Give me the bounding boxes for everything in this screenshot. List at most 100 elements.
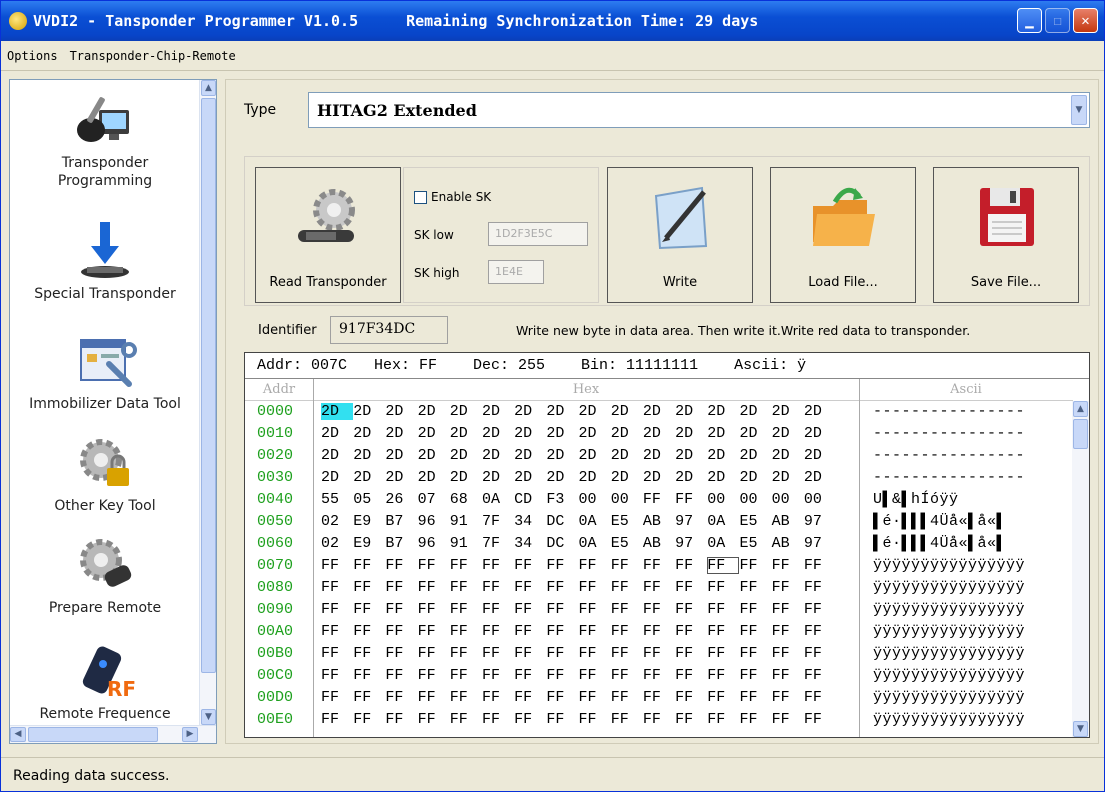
hex-byte[interactable]: 0A (707, 535, 739, 552)
hex-byte[interactable]: FF (546, 645, 578, 662)
hex-byte[interactable]: FF (643, 491, 675, 508)
hex-byte[interactable]: FF (772, 667, 804, 684)
hex-byte[interactable]: 2D (579, 425, 611, 442)
sidebar-item-immobilizer-data-tool[interactable]: Immobilizer Data Tool (10, 330, 200, 412)
sidebar-horizontal-scrollbar[interactable]: ◀ ▶ (10, 725, 216, 743)
hex-byte[interactable]: FF (579, 601, 611, 618)
hex-byte[interactable]: 2D (546, 403, 578, 420)
hex-byte[interactable]: 97 (804, 535, 836, 552)
hex-byte[interactable]: 2D (353, 403, 385, 420)
hex-byte[interactable]: FF (804, 601, 836, 618)
hex-byte[interactable]: 00 (739, 491, 771, 508)
hex-byte[interactable]: 2D (804, 447, 836, 464)
hex-byte[interactable]: 2D (546, 425, 578, 442)
menu-options[interactable]: Options (7, 49, 58, 63)
hex-byte[interactable]: FF (772, 711, 804, 728)
hex-byte[interactable]: FF (643, 667, 675, 684)
hex-byte[interactable]: FF (611, 623, 643, 640)
hex-byte[interactable]: FF (385, 667, 417, 684)
hex-byte[interactable]: 2D (675, 425, 707, 442)
row-ascii[interactable]: ---------------- (873, 469, 1025, 486)
hex-byte[interactable]: 2D (450, 403, 482, 420)
hex-byte[interactable]: FF (643, 711, 675, 728)
hex-byte[interactable]: FF (321, 711, 353, 728)
hex-byte[interactable]: FF (546, 667, 578, 684)
hex-byte[interactable]: 2D (707, 469, 739, 486)
hex-byte[interactable]: FF (418, 667, 450, 684)
hex-byte[interactable]: CD (514, 491, 546, 508)
hex-byte[interactable]: FF (321, 689, 353, 706)
hex-byte[interactable]: E5 (611, 535, 643, 552)
hex-byte[interactable]: FF (450, 579, 482, 596)
row-ascii[interactable]: ÿÿÿÿÿÿÿÿÿÿÿÿÿÿÿÿ (873, 667, 1025, 684)
hex-byte[interactable]: FF (675, 711, 707, 728)
hex-byte[interactable]: 00 (579, 491, 611, 508)
hex-byte[interactable]: FF (353, 689, 385, 706)
hex-byte[interactable]: FF (546, 557, 578, 574)
hex-byte[interactable]: FF (675, 667, 707, 684)
hex-byte[interactable]: FF (707, 711, 739, 728)
hex-byte[interactable]: FF (321, 557, 353, 574)
hex-byte[interactable]: 34 (514, 535, 546, 552)
hex-byte[interactable]: FF (514, 645, 546, 662)
hex-byte[interactable]: FF (450, 623, 482, 640)
hex-byte[interactable]: 26 (385, 491, 417, 508)
hex-byte[interactable]: FF (514, 579, 546, 596)
scroll-thumb[interactable] (201, 98, 216, 673)
hex-byte[interactable]: 2D (772, 425, 804, 442)
hex-byte[interactable]: 2D (514, 469, 546, 486)
hex-byte[interactable]: FF (675, 689, 707, 706)
hex-byte[interactable]: FF (643, 557, 675, 574)
hex-byte[interactable]: B7 (385, 513, 417, 530)
hex-byte[interactable]: 2D (385, 469, 417, 486)
maximize-button[interactable]: ☐ (1045, 8, 1070, 33)
hex-byte[interactable]: 91 (450, 513, 482, 530)
hex-byte[interactable]: 2D (385, 447, 417, 464)
hex-byte[interactable]: 55 (321, 491, 353, 508)
hex-byte[interactable]: FF (611, 711, 643, 728)
title-bar[interactable]: VVDI2 - Tansponder Programmer V1.0.5 Rem… (1, 1, 1104, 41)
enable-sk-checkbox[interactable]: Enable SK (414, 190, 491, 204)
hex-byte[interactable]: FF (450, 711, 482, 728)
hex-byte[interactable]: FF (514, 689, 546, 706)
hex-byte[interactable]: FF (385, 711, 417, 728)
hex-byte[interactable]: FF (418, 645, 450, 662)
hex-byte[interactable]: FF (707, 557, 740, 574)
hex-byte[interactable]: 07 (418, 491, 450, 508)
hex-byte[interactable]: FF (514, 667, 546, 684)
hex-byte[interactable]: FF (579, 711, 611, 728)
hex-byte[interactable]: FF (418, 601, 450, 618)
hex-byte[interactable]: 2D (772, 469, 804, 486)
hex-byte[interactable]: 2D (579, 447, 611, 464)
hex-byte[interactable]: 2D (739, 447, 771, 464)
scroll-thumb[interactable] (28, 727, 158, 742)
hex-byte[interactable]: AB (643, 535, 675, 552)
load-file-button[interactable]: Load File... (770, 167, 916, 303)
hex-byte[interactable]: FF (514, 711, 546, 728)
hex-byte[interactable]: FF (321, 667, 353, 684)
hex-byte[interactable]: FF (321, 623, 353, 640)
hex-byte[interactable]: FF (514, 601, 546, 618)
hex-byte[interactable]: FF (707, 667, 739, 684)
hex-byte[interactable]: FF (611, 601, 643, 618)
hex-byte[interactable]: FF (579, 623, 611, 640)
row-ascii[interactable]: ÿÿÿÿÿÿÿÿÿÿÿÿÿÿÿÿ (873, 689, 1025, 706)
hex-byte[interactable]: FF (450, 557, 482, 574)
hex-byte[interactable]: FF (675, 623, 707, 640)
hex-byte[interactable]: 2D (321, 425, 353, 442)
hex-byte[interactable]: FF (418, 623, 450, 640)
hex-byte[interactable]: FF (643, 579, 675, 596)
hex-byte[interactable]: FF (482, 645, 514, 662)
hex-byte[interactable]: FF (804, 623, 836, 640)
row-ascii[interactable]: U▌&▌hÍóÿÿ (873, 491, 959, 508)
hex-byte[interactable]: 97 (675, 513, 707, 530)
hex-byte[interactable]: 2D (611, 425, 643, 442)
hex-byte[interactable]: 2D (546, 447, 578, 464)
hex-byte[interactable]: FF (611, 689, 643, 706)
hex-byte[interactable]: FF (321, 645, 353, 662)
hex-byte[interactable]: FF (707, 579, 739, 596)
hex-byte[interactable]: FF (611, 667, 643, 684)
sidebar-item-special-transponder[interactable]: Special Transponder (10, 220, 200, 302)
hex-byte[interactable]: FF (418, 579, 450, 596)
hex-byte[interactable]: 2D (739, 403, 771, 420)
